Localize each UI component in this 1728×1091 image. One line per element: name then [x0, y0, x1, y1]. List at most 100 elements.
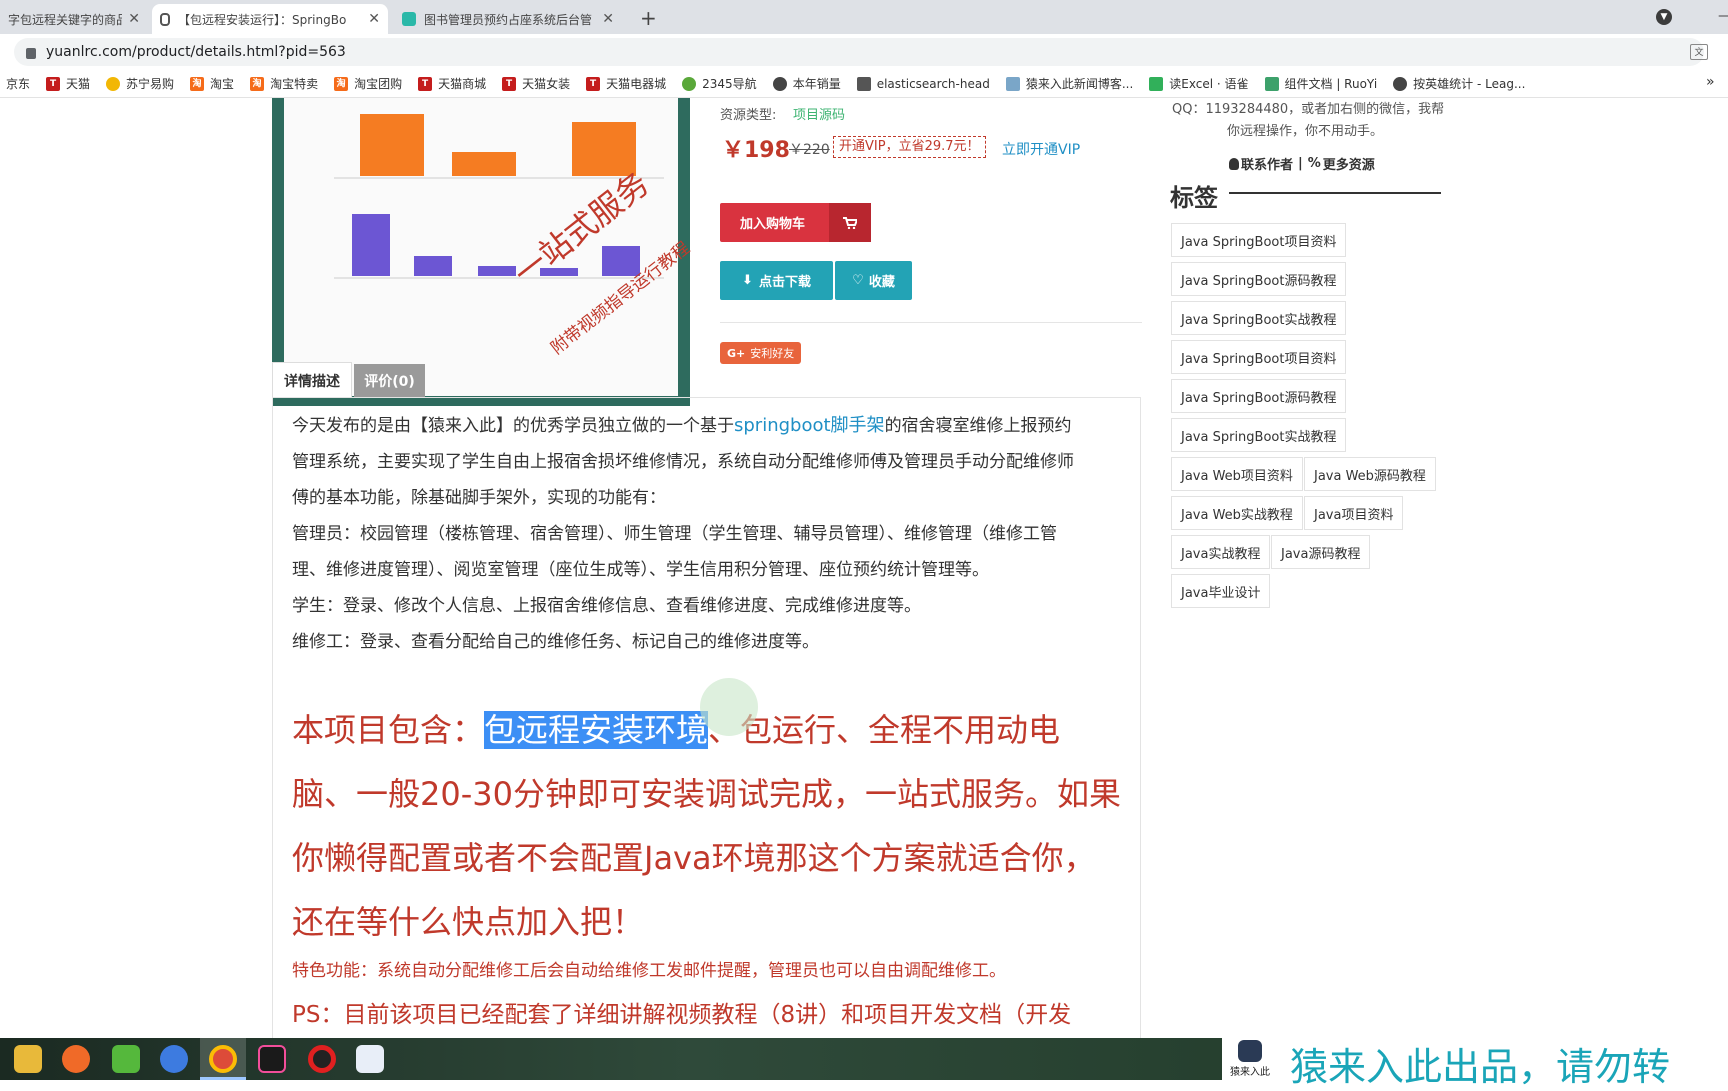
qq-contact-text: QQ：1193284480，或者加右侧的微信，我帮 — [1172, 102, 1445, 117]
tags-heading-rule — [1229, 192, 1441, 194]
bookmark-item[interactable]: 按英雄统计 - Leag... — [1393, 75, 1525, 92]
promo-line: 本项目包含：包远程安装环境、包运行、全程不用动电 — [292, 711, 1061, 749]
more-resources-link[interactable]: 更多资源 — [1323, 154, 1375, 173]
url-field[interactable]: yuanlrc.com/product/details.html?pid=563 — [14, 38, 1704, 66]
springboot-link[interactable]: springboot脚手架 — [734, 415, 885, 436]
tab-title: 图书管理员预约占座系统后台管 — [424, 12, 593, 27]
vip-offer-badge: 开通VIP，立省29.7元！ — [833, 136, 986, 158]
minimize-icon[interactable]: — — [1718, 8, 1728, 24]
tag-item[interactable]: Java SpringBoot实战教程 — [1171, 418, 1347, 452]
favorite-button[interactable]: ♡ 收藏 — [835, 261, 912, 300]
bookmarks-bar: 京东 T 天猫 苏宁易购 淘淘宝 淘淘宝特卖 淘淘宝团购 T 天猫商城 T 天猫女装 … — [0, 70, 1728, 98]
tag-item[interactable]: Java SpringBoot实战教程 — [1171, 301, 1347, 335]
browser-tab-2[interactable]: 【包远程安装运行】：SpringBo ✕ — [152, 4, 388, 34]
taobao-icon: 淘 — [334, 76, 349, 91]
selected-text: 包远程安装环境 — [484, 711, 709, 749]
share-button[interactable]: G+ 安利好友 — [720, 342, 802, 364]
firefox-icon[interactable] — [62, 1045, 90, 1073]
browser-tab-bar: 字包远程关键字的商品 - ✕ 【包远程安装运行】：SpringBo ✕ 图书管理… — [0, 0, 1728, 34]
tab-review[interactable]: 评价(0) — [354, 364, 425, 397]
windows-taskbar: 猿来入此 猿来入此出品，请勿转 — [0, 1038, 1728, 1089]
heart-icon: ♡ — [852, 273, 864, 288]
current-price: ￥198 — [722, 138, 790, 163]
bookmark-item[interactable]: T 天猫商城 — [418, 75, 486, 92]
tag-item[interactable]: Java SpringBoot项目资料 — [1171, 223, 1347, 257]
tab-title: 字包远程关键字的商品 - — [8, 12, 123, 27]
bookmark-item[interactable]: elasticsearch-head — [856, 76, 990, 91]
browser-tab-3[interactable]: 图书管理员预约占座系统后台管 ✕ — [394, 4, 622, 34]
page-favicon-icon — [160, 12, 170, 26]
original-price: ￥220 — [789, 142, 830, 158]
close-icon[interactable]: ✕ — [602, 11, 614, 27]
close-icon[interactable]: ✕ — [128, 11, 140, 27]
link-icon: % — [1307, 156, 1321, 171]
contact-author-link[interactable]: 联系作者 — [1241, 154, 1293, 173]
contact-links: 联系作者 | % 更多资源 — [1229, 154, 1375, 173]
watermark-text: 猿来入此出品，请勿转 — [1290, 1045, 1671, 1089]
description-line: 理、维修进度管理）、阅览室管理（座位生成等）、学生信用积分管理、座位预约统计管理… — [292, 560, 989, 580]
description-line: 学生：登录、修改个人信息、上报宿舍维修信息、查看维修进度、完成维修进度等。 — [292, 596, 921, 616]
page-favicon-icon — [402, 12, 416, 26]
product-image: 一站式服务 附带视频指导运行教程 — [272, 98, 694, 406]
tag-item[interactable]: Java项目资料 — [1304, 496, 1404, 530]
bookmark-item[interactable]: 猿来入此新闻博客... — [1005, 75, 1133, 92]
ps-line: PS：目前该项目已经配套了详细讲解视频教程（8讲）和项目开发文档（开发 — [292, 1002, 1072, 1028]
tag-item[interactable]: Java Web项目资料 — [1171, 457, 1303, 491]
tmall-icon: T — [502, 76, 517, 91]
monkey-logo-icon — [1238, 1040, 1262, 1062]
tag-item[interactable]: Java SpringBoot项目资料 — [1171, 340, 1347, 374]
bookmark-item[interactable]: 淘淘宝 — [190, 75, 234, 92]
tmall-icon: T — [586, 76, 601, 91]
resource-type-value[interactable]: 项目源码 — [793, 104, 845, 123]
tag-item[interactable]: Java毕业设计 — [1171, 574, 1271, 608]
bookmark-item[interactable]: 读Excel · 语雀 — [1149, 75, 1249, 92]
bookmark-item[interactable]: 本年销量 — [772, 75, 841, 92]
recorder-icon[interactable] — [308, 1045, 336, 1073]
download-button[interactable]: ⬇ 点击下载 — [720, 261, 833, 300]
promo-line: 你懒得配置或者不会配置Java环境那这个方案就适合你， — [292, 839, 1096, 877]
tmall-icon: T — [46, 76, 61, 91]
tag-item[interactable]: Java SpringBoot源码教程 — [1171, 262, 1347, 296]
intellij-icon[interactable] — [258, 1045, 286, 1073]
tag-item[interactable]: Java源码教程 — [1271, 535, 1371, 569]
browser-tab-1[interactable]: 字包远程关键字的商品 - ✕ — [0, 4, 148, 34]
add-to-cart-button[interactable]: 加入购物车 — [720, 203, 871, 242]
close-icon[interactable]: ✕ — [368, 11, 380, 27]
file-explorer-icon[interactable] — [14, 1045, 42, 1073]
more-bookmarks-icon[interactable]: » — [1706, 74, 1715, 90]
app-icon[interactable] — [356, 1045, 384, 1073]
bookmark-item[interactable]: 淘淘宝团购 — [334, 75, 402, 92]
bookmark-item[interactable]: 苏宁易购 — [106, 75, 174, 92]
yuanlrc-icon — [1005, 76, 1020, 91]
globe-icon — [772, 76, 787, 91]
image-bar-chart — [334, 114, 664, 279]
watermark-banner: 猿来入此 猿来入此出品，请勿转 — [1222, 1038, 1728, 1089]
divider — [720, 322, 1142, 323]
bookmark-item[interactable]: T 天猫女装 — [502, 75, 570, 92]
bookmark-item[interactable]: T 天猫 — [46, 75, 90, 92]
tag-item[interactable]: Java Web源码教程 — [1304, 457, 1436, 491]
tab-search-icon[interactable]: ▼ — [1656, 9, 1672, 25]
wechat-icon[interactable] — [112, 1045, 140, 1073]
chrome-icon[interactable] — [209, 1045, 237, 1073]
taobao-icon: 淘 — [190, 76, 205, 91]
tag-item[interactable]: Java SpringBoot源码教程 — [1171, 379, 1347, 413]
ruoyi-icon — [1264, 76, 1279, 91]
description-line: 管理系统，主要实现了学生自由上报宿舍损坏维修情况，系统自动分配维修师傅及管理员手… — [292, 452, 1074, 472]
bookmark-item[interactable]: 京东 — [6, 75, 30, 92]
translate-icon[interactable]: 文 — [1690, 44, 1708, 60]
description-line: 管理员：校园管理（楼栋管理、宿舍管理）、师生管理（学生管理、辅导员管理）、维修管… — [292, 524, 1057, 544]
tag-item[interactable]: Java实战教程 — [1171, 535, 1271, 569]
2345-icon — [682, 76, 697, 91]
open-vip-link[interactable]: 立即开通VIP — [1002, 139, 1080, 159]
tab-detail[interactable]: 详情描述 — [272, 362, 352, 398]
browser-icon[interactable] — [160, 1045, 188, 1073]
bookmark-item[interactable]: 淘淘宝特卖 — [250, 75, 318, 92]
bookmark-item[interactable]: T 天猫电器城 — [586, 75, 666, 92]
bookmark-item[interactable]: 2345导航 — [682, 75, 757, 92]
bookmark-item[interactable]: 组件文档 | RuoYi — [1264, 75, 1377, 92]
tmall-icon: T — [418, 76, 433, 91]
new-tab-button[interactable]: + — [640, 6, 657, 30]
qq-contact-text-2: 你远程操作，你不用动手。 — [1227, 124, 1384, 139]
tag-item[interactable]: Java Web实战教程 — [1171, 496, 1303, 530]
